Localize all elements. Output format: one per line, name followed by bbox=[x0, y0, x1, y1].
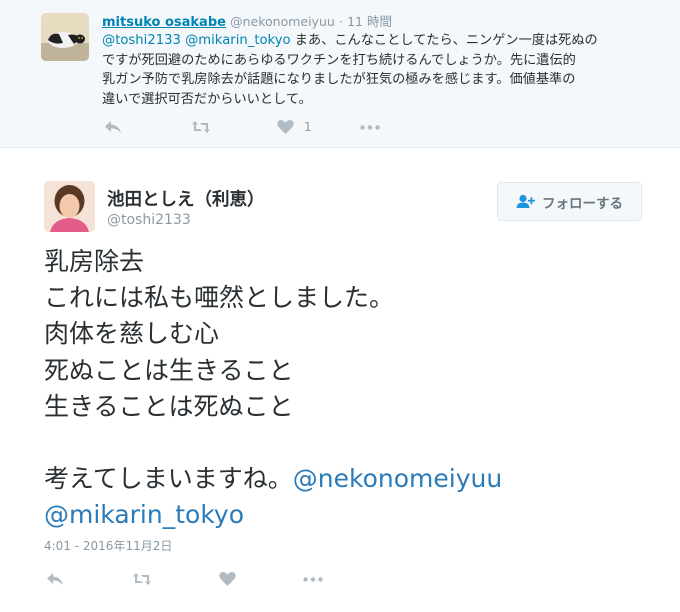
follow-button-label: フォローする bbox=[542, 195, 623, 212]
reply-separator: · bbox=[338, 14, 343, 29]
more-dots-icon bbox=[303, 577, 323, 582]
retweet-icon bbox=[132, 572, 152, 586]
main-text-line-2: これには私も唖然としました。 bbox=[44, 283, 395, 313]
reply-display-name[interactable]: mitsuko osakabe bbox=[102, 15, 226, 30]
main-text-line-3: 肉体を慈しむ心 bbox=[44, 319, 220, 349]
main-tweet-body: 乳房除去 これには私も唖然としました。 肉体を慈しむ心 死ぬことは生きること 生… bbox=[44, 244, 664, 533]
reply-time[interactable]: 11 時間 bbox=[347, 14, 392, 29]
main-closing-text: 考えてしまいますね。 bbox=[44, 464, 293, 494]
reply-text-line-2: ですが死回避のためにあらゆるワクチンを打ち続けるんでしょうか。先に遺伝的 bbox=[102, 52, 576, 68]
reply-body: @toshi2133 @mikarin_tokyo まあ、こんなことしてたら、ニ… bbox=[102, 31, 668, 109]
main-action-like[interactable] bbox=[219, 571, 236, 587]
reply-arrow-icon bbox=[46, 572, 64, 586]
reply-action-more[interactable] bbox=[360, 125, 380, 130]
main-display-name[interactable]: 池田としえ（利恵） bbox=[107, 186, 265, 211]
follow-user-plus-icon bbox=[516, 194, 536, 209]
main-mention-nekonomeiyuu[interactable]: @nekonomeiyuu bbox=[293, 464, 502, 493]
follow-button[interactable]: フォローする bbox=[497, 182, 642, 221]
reply-like-count: 1 bbox=[304, 120, 312, 134]
reply-header: mitsuko osakabe @nekonomeiyuu · 11 時間 bbox=[102, 11, 392, 30]
reply-text-line-1: まあ、こんなことしてたら、ニンゲン一度は死ぬの bbox=[290, 33, 598, 48]
reply-avatar[interactable] bbox=[41, 13, 89, 61]
reply-tweet: mitsuko osakabe @nekonomeiyuu · 11 時間 @t… bbox=[0, 0, 680, 148]
heart-icon bbox=[277, 119, 294, 135]
reply-action-reply[interactable] bbox=[104, 120, 122, 134]
main-mention-mikarin[interactable]: @mikarin_tokyo bbox=[44, 497, 664, 533]
main-avatar[interactable] bbox=[44, 181, 95, 232]
more-dots-icon bbox=[360, 125, 380, 130]
main-timestamp[interactable]: 4:01 - 2016年11月2日 bbox=[44, 537, 172, 554]
heart-icon bbox=[219, 571, 236, 587]
main-action-more[interactable] bbox=[303, 577, 323, 582]
reply-text-line-4: 違いで選択可否だからいいとして。 bbox=[102, 91, 312, 107]
reply-text-line-3: 乳ガン予防で乳房除去が話題になりましたが狂気の極みを感じます。価値基準の bbox=[102, 72, 576, 88]
main-action-retweet[interactable] bbox=[132, 572, 152, 586]
reply-action-retweet[interactable] bbox=[191, 120, 211, 134]
main-action-reply[interactable] bbox=[46, 572, 64, 586]
main-handle[interactable]: @toshi2133 bbox=[107, 212, 191, 228]
main-text-closing-line: 考えてしまいますね。@nekonomeiyuu bbox=[44, 461, 664, 497]
reply-mention-mikarin[interactable]: @mikarin_tokyo bbox=[185, 33, 291, 48]
main-text-line-5: 生きることは死ぬこと bbox=[44, 391, 294, 421]
main-text-spacer bbox=[44, 425, 664, 461]
main-text-line-4: 死ぬことは生きること bbox=[44, 355, 294, 385]
reply-handle[interactable]: @nekonomeiyuu bbox=[230, 14, 335, 29]
retweet-icon bbox=[191, 120, 211, 134]
reply-mention-toshi[interactable]: @toshi2133 bbox=[102, 33, 181, 48]
reply-arrow-icon bbox=[104, 120, 122, 134]
main-text-line-1: 乳房除去 bbox=[44, 247, 145, 276]
reply-action-like[interactable]: 1 bbox=[277, 119, 312, 135]
